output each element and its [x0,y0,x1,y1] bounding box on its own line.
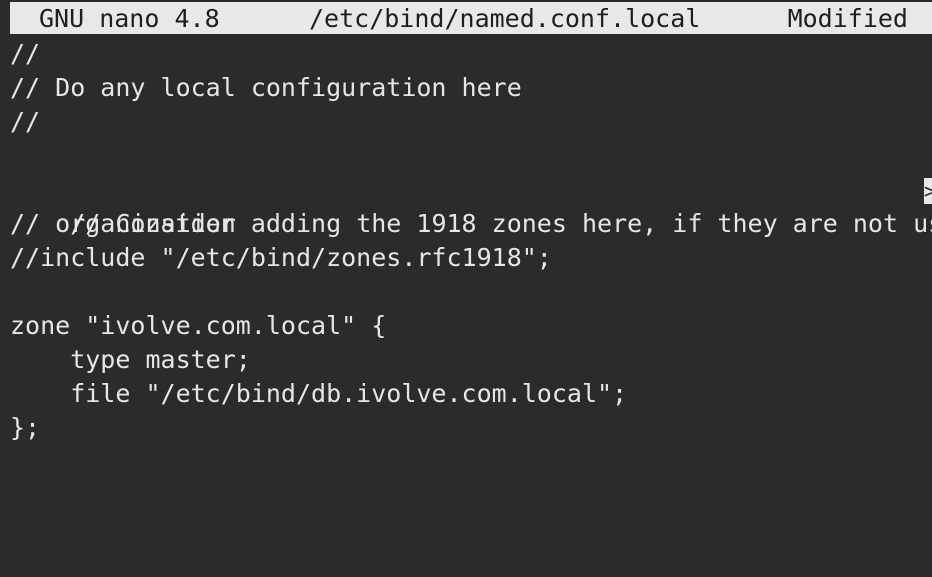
editor-line-long[interactable]: // Consider adding the 1918 zones here, … [10,173,932,238]
editor-line[interactable]: // [10,37,932,71]
line-overflow-marker: > [924,178,932,204]
editor-line[interactable]: file "/etc/bind/db.ivolve.com.local"; [10,377,932,411]
editor-line[interactable]: // organization [10,207,932,241]
app-version: GNU nano 4.8 [39,4,220,33]
modified-status: Modified [787,4,908,33]
editor-line[interactable] [10,275,932,309]
editor-line[interactable]: // Do any local configuration here [10,71,932,105]
file-name: /etc/bind/named.conf.local [309,4,701,33]
editor-line[interactable] [10,139,932,173]
nano-title-bar: GNU nano 4.8 /etc/bind/named.conf.local … [10,2,932,34]
editor-line[interactable]: }; [10,411,932,445]
editor-line[interactable]: // [10,105,932,139]
editor-line[interactable]: zone "ivolve.com.local" { [10,309,932,343]
editor-line[interactable]: //include "/etc/bind/zones.rfc1918"; [10,241,932,275]
editor-text-area[interactable]: // // Do any local configuration here //… [10,37,932,577]
editor-line[interactable]: type master; [10,343,932,377]
